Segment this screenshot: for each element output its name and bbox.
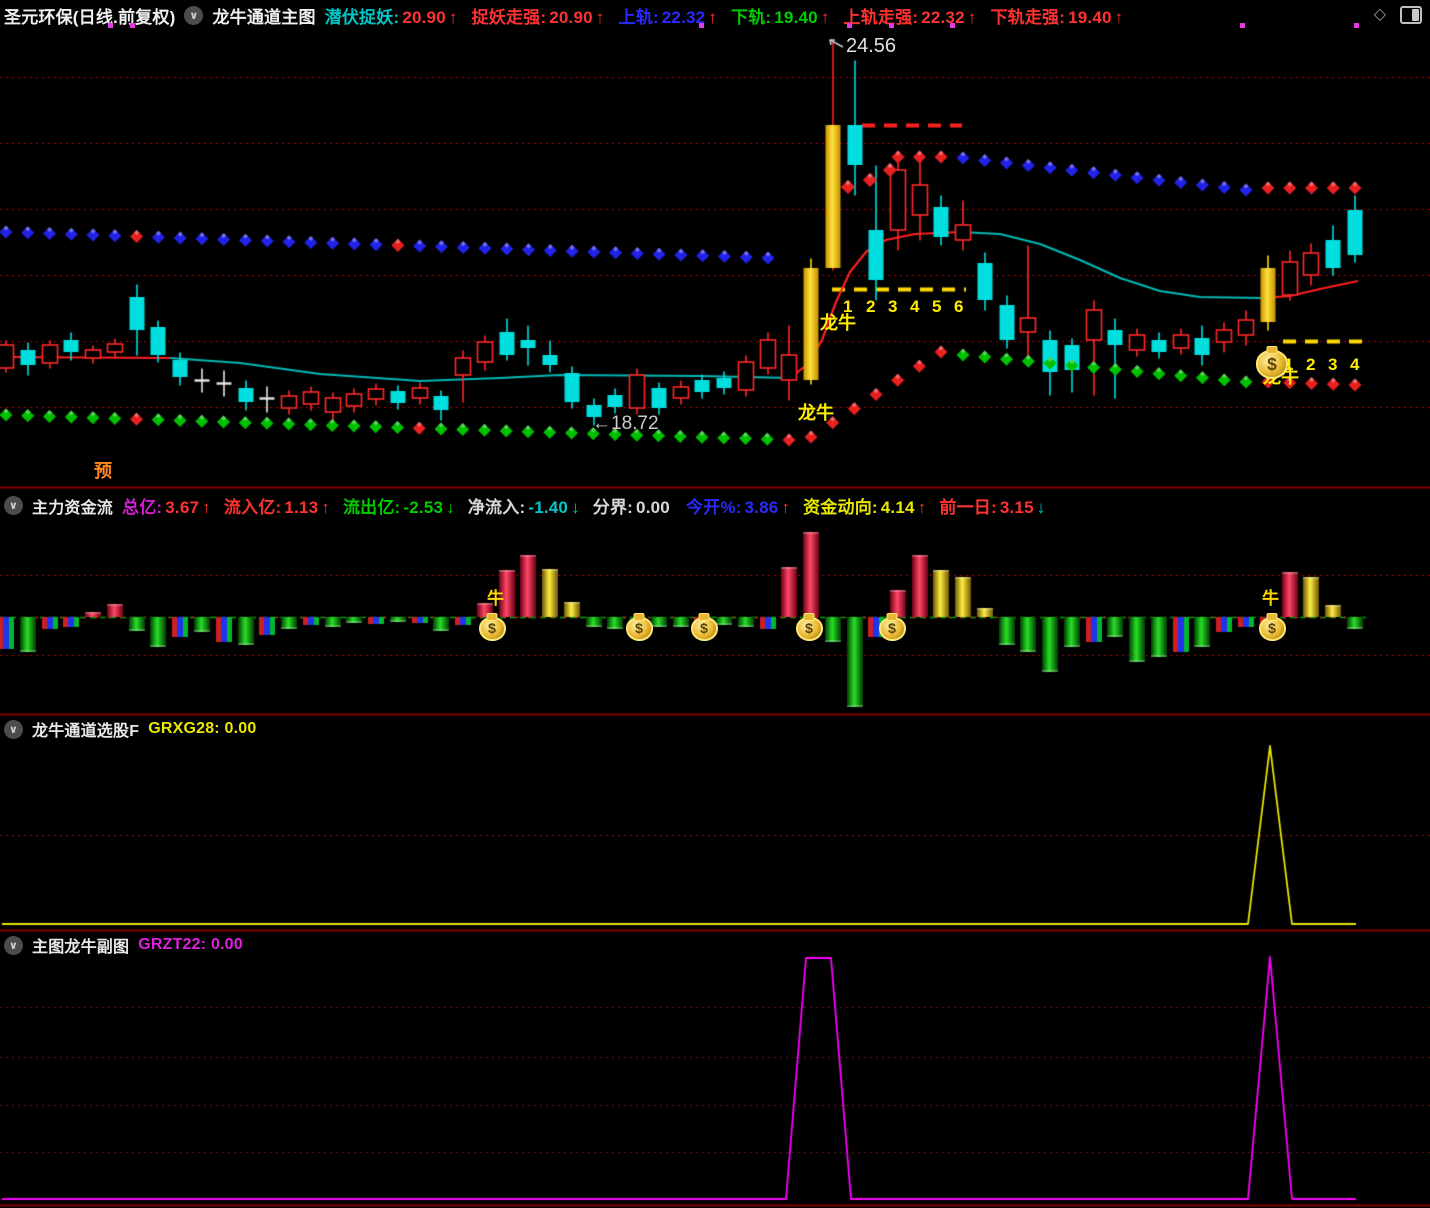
- panel2-indicator-values: 总亿: 3.67 ↑ 流入亿: 1.13 ↑ 流出亿: -2.53 ↓ 净流入: -1.40 ↓ 分界:…: [122, 493, 1045, 518]
- money-bag-icon: $: [625, 617, 653, 642]
- indicator-readout: 今开%: 3.86 ↑: [685, 498, 791, 517]
- diamond-icon[interactable]: ◇: [1374, 7, 1386, 23]
- chevron-down-icon[interactable]: ∨: [4, 935, 23, 955]
- main-indicator-values: 潜伏捉妖: 20.90 ↑ 捉妖走强: 20.90 ↑ 上轨: 22.32 ↑ 下轨: 19.40 ↑…: [325, 3, 1124, 28]
- panel4-indicator: GRZT22: 0.00: [138, 936, 243, 953]
- indicator-readout: 流出亿: -2.53 ↓: [342, 498, 455, 517]
- money-bag-icon: $: [1258, 617, 1286, 642]
- chart-annotation: ←18.72: [592, 413, 659, 434]
- trading-app-screen: 圣元环保(日线.前复权) ∨ 龙牛通道主图 潜伏捉妖: 20.90 ↑ 捉妖走强: 20…: [0, 0, 1430, 1208]
- chart-annotation: 龙牛: [798, 403, 834, 423]
- window-layout-icon[interactable]: [1400, 6, 1422, 24]
- chart-annotation: 3: [888, 297, 898, 316]
- indicator-readout: 流入亿: 1.13 ↑: [223, 498, 330, 517]
- money-bag-icon: $: [878, 617, 906, 642]
- chart-annotation: 1: [843, 297, 853, 316]
- money-bag-icon: $: [1256, 350, 1288, 379]
- main-chart-canvas[interactable]: [0, 0, 1430, 1208]
- chart-annotation: 4: [1350, 355, 1360, 374]
- magenta-marker-dot: [950, 23, 955, 28]
- indicator-readout: 资金动向: 4.14 ↑: [803, 498, 927, 517]
- panel2-name[interactable]: 主力资金流: [32, 494, 113, 518]
- indicator-readout: 总亿: 3.67 ↑: [122, 498, 211, 517]
- money-bag-icon: $: [478, 617, 506, 642]
- chart-annotation: 3: [1328, 355, 1338, 374]
- chart-annotation: 龙牛: [820, 313, 856, 333]
- chart-annotation: 2: [866, 297, 876, 316]
- chart-annotation: 4: [910, 297, 920, 316]
- indicator-readout: 净流入: -1.40 ↓: [467, 498, 580, 517]
- indicator-readout: 前一日: 3.15 ↓: [939, 498, 1046, 517]
- stock-title: 圣元环保(日线.前复权): [4, 8, 176, 27]
- chevron-down-icon[interactable]: ∨: [184, 6, 204, 25]
- chevron-down-icon[interactable]: ∨: [4, 719, 23, 739]
- chevron-down-icon[interactable]: ∨: [4, 496, 23, 515]
- chart-annotation: 预: [94, 461, 112, 481]
- magenta-marker-dot: [1354, 23, 1359, 28]
- title-bar: 圣元环保(日线.前复权) ∨ 龙牛通道主图 潜伏捉妖: 20.90 ↑ 捉妖走强: 20…: [4, 3, 1123, 28]
- main-indicator-name[interactable]: 龙牛通道主图: [212, 3, 315, 28]
- indicator-readout: 上轨走强: 22.32 ↑: [843, 8, 977, 27]
- money-bag-icon: $: [690, 617, 718, 642]
- panel3-name[interactable]: 龙牛通道选股F: [32, 717, 139, 741]
- panel2-header: ∨ 主力资金流 总亿: 3.67 ↑ 流入亿: 1.13 ↑ 流出亿: -2.53 ↓ 净流入: -…: [4, 493, 1045, 518]
- indicator-readout: 下轨走强: 19.40 ↑: [990, 8, 1124, 27]
- chart-annotation: 牛: [1262, 589, 1279, 608]
- money-bag-icon: $: [795, 617, 823, 642]
- panel4-name[interactable]: 主图龙牛副图: [32, 933, 129, 957]
- indicator-readout: 下轨: 19.40 ↑: [731, 8, 830, 27]
- chart-annotation: 5: [932, 297, 942, 316]
- chart-annotation: 24.56: [846, 35, 897, 57]
- panel3-header: ∨ 龙牛通道选股F GRXG28: 0.00: [4, 717, 256, 741]
- chart-annotation: 牛: [487, 589, 504, 608]
- magenta-marker-dot: [699, 23, 704, 28]
- indicator-readout: 捉妖走强: 20.90 ↑: [471, 8, 605, 27]
- magenta-marker-dot: [847, 23, 852, 28]
- magenta-marker-dot: [889, 23, 894, 28]
- panel4-header: ∨ 主图龙牛副图 GRZT22: 0.00: [4, 933, 243, 957]
- chart-annotation: 2: [1306, 355, 1316, 374]
- indicator-readout: 分界: 0.00: [592, 498, 670, 517]
- indicator-readout: 潜伏捉妖: 20.90 ↑: [324, 8, 458, 27]
- magenta-marker-dot: [108, 23, 113, 28]
- magenta-marker-dot: [130, 23, 135, 28]
- window-controls: ◇: [1374, 6, 1422, 24]
- magenta-marker-dot: [1240, 23, 1245, 28]
- chart-annotation: 6: [954, 297, 964, 316]
- panel3-indicator: GRXG28: 0.00: [148, 720, 257, 737]
